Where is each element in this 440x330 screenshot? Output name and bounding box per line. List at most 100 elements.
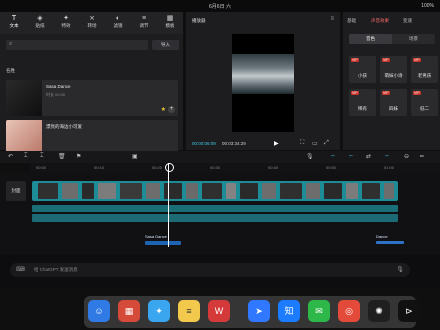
finder-icon[interactable]: ☺ bbox=[88, 300, 110, 322]
mic-icon[interactable]: 🎙 bbox=[396, 266, 404, 273]
tool-sticker[interactable]: ◈ 贴纸 bbox=[30, 14, 50, 32]
player-title: 播放器 bbox=[192, 18, 206, 23]
voice-effect-item[interactable]: VIP 稀有 bbox=[349, 89, 376, 116]
mark-icon[interactable]: ⚑ bbox=[76, 153, 81, 160]
import-button[interactable]: 导入 bbox=[152, 40, 179, 50]
video-clip[interactable] bbox=[226, 183, 236, 199]
effects-icon: ✦ bbox=[63, 15, 69, 22]
tool-template[interactable]: ▦ 模板 bbox=[160, 14, 180, 32]
video-clip[interactable] bbox=[384, 183, 394, 199]
chat-input[interactable]: ⌨ 给 ChatGPT 发送消息 🎙 bbox=[10, 263, 410, 277]
voice-effect-item[interactable]: VIP 萌妹小诗 bbox=[380, 56, 407, 83]
time-total: 00:03:34:29 bbox=[222, 141, 246, 146]
video-clip[interactable] bbox=[324, 183, 342, 199]
notes-icon[interactable]: ≡ bbox=[178, 300, 200, 322]
more-icon[interactable]: ≡ bbox=[330, 16, 334, 22]
tool-filter[interactable]: ◐ 滤镜 bbox=[108, 14, 128, 32]
zoom-out-icon[interactable]: ⊖ bbox=[404, 153, 409, 160]
video-clip[interactable] bbox=[186, 183, 198, 199]
snap-icon[interactable]: ⇔ bbox=[330, 153, 336, 159]
search-input[interactable]: ⌕ bbox=[6, 40, 148, 50]
tab-voice-effects[interactable]: 声音效果 bbox=[371, 18, 389, 24]
timeline-ruler[interactable]: 00:00 00:10 00:20 00:30 00:40 00:50 01:0… bbox=[30, 163, 440, 173]
safari-icon[interactable]: ✦ bbox=[148, 300, 170, 322]
tool-transition[interactable]: ⨯ 转场 bbox=[82, 14, 102, 32]
media-panel: T 文本 ◈ 贴纸 ✦ 特效 ⨯ 转场 ◐ 滤镜 ≡ 调节 ▦ 模板 ⌕ 导入 名胜 Sasa… bbox=[0, 12, 183, 156]
video-clip[interactable] bbox=[240, 183, 258, 199]
video-clip[interactable] bbox=[164, 183, 182, 199]
split-right-icon[interactable]: ⌶ bbox=[40, 153, 44, 160]
chat-bar: ⌨ 给 ChatGPT 发送消息 🎙 bbox=[0, 255, 440, 289]
video-clip[interactable] bbox=[62, 183, 78, 199]
video-preview[interactable] bbox=[232, 34, 294, 132]
tab-speed[interactable]: 变速 bbox=[403, 18, 412, 24]
feishu-icon[interactable]: ➤ bbox=[248, 300, 270, 322]
voice-effect-item[interactable]: VIP 老男孩 bbox=[411, 56, 438, 83]
video-clip[interactable] bbox=[120, 183, 142, 199]
library-item[interactable]: Sasa Dance 时长 00:30 ★ + bbox=[6, 80, 178, 116]
tool-effects[interactable]: ✦ 特效 bbox=[56, 14, 76, 32]
wps-icon[interactable]: W bbox=[208, 300, 230, 322]
transition-icon: ⨯ bbox=[89, 15, 95, 22]
voice-effect-item[interactable]: VIP 小孩 bbox=[349, 56, 376, 83]
video-clip[interactable] bbox=[38, 183, 58, 199]
audio-label: Sasa Dance bbox=[145, 234, 167, 239]
cover-button[interactable]: 封面 bbox=[6, 181, 26, 201]
video-clip[interactable] bbox=[280, 183, 302, 199]
dock: ☺ ▦ ✦ ≡ W ➤ 知 ✉ ◎ ✺ ⊳ bbox=[84, 296, 420, 328]
item-meta: 时长 00:30 bbox=[46, 92, 66, 97]
preview-icon[interactable]: ⇄ bbox=[366, 153, 371, 160]
undo-icon[interactable]: ↶ bbox=[8, 153, 13, 160]
delete-icon[interactable]: 🗑 bbox=[58, 153, 66, 160]
tool-text[interactable]: T 文本 bbox=[4, 14, 24, 32]
zhihu-icon[interactable]: 知 bbox=[278, 300, 300, 322]
capcut-icon[interactable]: ⊳ bbox=[398, 300, 420, 322]
video-clip[interactable] bbox=[146, 183, 160, 199]
voice-effect-item[interactable]: VIP 低二 bbox=[411, 89, 438, 116]
playhead[interactable] bbox=[168, 163, 169, 247]
subtab-timbre[interactable]: 音色 bbox=[349, 34, 392, 44]
track-icon[interactable]: ⇔ bbox=[384, 153, 390, 159]
attach-icon[interactable]: ⌨ bbox=[16, 266, 25, 273]
playhead-handle[interactable] bbox=[165, 163, 174, 172]
add-icon[interactable]: + bbox=[168, 106, 175, 113]
split-icon[interactable]: ⌶ bbox=[24, 153, 28, 160]
wechat-icon[interactable]: ✉ bbox=[308, 300, 330, 322]
play-icon[interactable]: ▶ bbox=[274, 140, 279, 147]
mic-icon[interactable]: 🎙 bbox=[306, 153, 314, 160]
chrome-icon[interactable]: ◎ bbox=[338, 300, 360, 322]
ruler-tick: 00:30 bbox=[210, 165, 221, 170]
ruler-tick: 00:00 bbox=[36, 165, 47, 170]
voice-effect-item[interactable]: VIP 四妹 bbox=[380, 89, 407, 116]
video-track[interactable] bbox=[32, 181, 398, 201]
video-clip[interactable] bbox=[202, 183, 222, 199]
launchpad-icon[interactable]: ▦ bbox=[118, 300, 140, 322]
subtab-scene[interactable]: 场景 bbox=[392, 34, 435, 44]
audio-clip[interactable] bbox=[145, 241, 181, 245]
video-clip[interactable] bbox=[346, 183, 358, 199]
expand-icon[interactable]: ⤢ bbox=[324, 140, 329, 147]
video-clip[interactable] bbox=[82, 183, 94, 199]
tab-basic[interactable]: 基础 bbox=[347, 18, 356, 24]
fullscreen-icon[interactable]: ⛶ bbox=[300, 140, 304, 147]
status-time: 6月6日 六 bbox=[209, 4, 231, 10]
crop-icon[interactable]: ▣ bbox=[132, 153, 138, 160]
video-clip[interactable] bbox=[362, 183, 380, 199]
zoom-slider[interactable]: ━ bbox=[420, 153, 424, 160]
tool-adjust[interactable]: ≡ 调节 bbox=[134, 14, 154, 32]
audio-track[interactable] bbox=[32, 214, 398, 222]
search-row: ⌕ 导入 bbox=[0, 35, 183, 55]
chatgpt-icon[interactable]: ✺ bbox=[368, 300, 390, 322]
video-clip[interactable] bbox=[262, 183, 276, 199]
star-icon[interactable]: ★ bbox=[161, 106, 166, 113]
audio-clip[interactable] bbox=[376, 241, 404, 244]
ratio-icon[interactable]: ▭ bbox=[312, 140, 318, 147]
link-icon[interactable]: ⇔ bbox=[348, 153, 354, 159]
audio-track[interactable] bbox=[32, 205, 398, 212]
vip-badge: VIP bbox=[413, 58, 421, 62]
video-clip[interactable] bbox=[98, 183, 116, 199]
video-clip[interactable] bbox=[306, 183, 320, 199]
chat-placeholder: 给 ChatGPT 发送消息 bbox=[34, 267, 78, 272]
vip-badge: VIP bbox=[351, 91, 359, 95]
adjust-icon: ≡ bbox=[141, 15, 147, 22]
